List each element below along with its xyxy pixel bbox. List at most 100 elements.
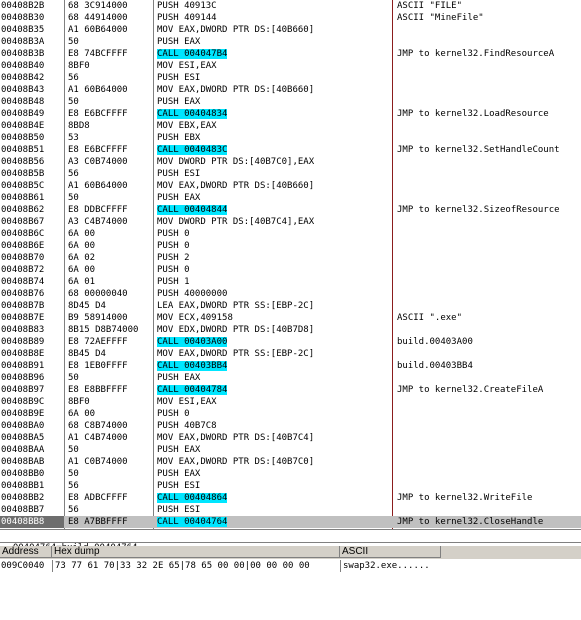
instruction-wrap: PUSH 0 xyxy=(157,408,390,420)
instruction-wrap: CALL 00404784 xyxy=(157,384,390,396)
instruction-comment: JMP to kernel32.CloseHandle xyxy=(397,517,544,527)
instruction-bytes: 56 xyxy=(68,169,79,179)
disassembly-rows: 00408B2B 68 3C914000 PUSH 40913C ASCII "FIL… xyxy=(0,0,581,528)
disasm-row[interactable]: 00408BB2 E8 ADBCFFFF CALL 00404864 JMP to k… xyxy=(0,492,581,504)
instruction-bytes: A3 C0B74000 xyxy=(68,157,128,167)
disasm-row[interactable]: 00408BA0 68 C8B74000 PUSH 40B7C8 xyxy=(0,420,581,432)
disasm-row[interactable]: 00408B83 8B15 D8B74000 MOV EDX,DWORD PTR D… xyxy=(0,324,581,336)
instruction-address: 00408B70 xyxy=(1,253,45,263)
disasm-row[interactable]: 00408B35 A1 60B64000 MOV EAX,DWORD PTR DS:… xyxy=(0,24,581,36)
instruction-comment xyxy=(397,168,581,180)
dump-hex-bytes: 73 77 61 70|33 32 2E 65|78 65 00 00|00 0… xyxy=(55,561,310,571)
instruction-address: 00408B97 xyxy=(1,385,45,395)
instruction-comment xyxy=(397,240,581,252)
hex-dump-pane[interactable]: Address Hex dump ASCII 009C0040 73 77 61… xyxy=(0,546,581,575)
instruction-text: MOV EAX,DWORD PTR DS:[40B7C0] xyxy=(157,457,315,467)
disasm-row[interactable]: 00408B4E 8BD8 MOV EBX,EAX xyxy=(0,120,581,132)
disasm-row[interactable]: 00408B42 56 PUSH ESI xyxy=(0,72,581,84)
instruction-comment xyxy=(397,468,581,480)
instruction-wrap: PUSH 409144 xyxy=(157,12,390,24)
disasm-row[interactable]: 00408BB0 50 PUSH EAX xyxy=(0,468,581,480)
instruction-comment xyxy=(397,288,581,300)
instruction-wrap: MOV ECX,409158 xyxy=(157,312,390,324)
disasm-row[interactable]: 00408B9E 6A 00 PUSH 0 xyxy=(0,408,581,420)
disasm-row[interactable]: 00408B62 E8 DDBCFFFF CALL 00404844 JMP to k… xyxy=(0,204,581,216)
disasm-row[interactable]: 00408B50 53 PUSH EBX xyxy=(0,132,581,144)
instruction-address: 00408B2B xyxy=(1,1,45,11)
disasm-row[interactable]: 00408B76 68 00000040 PUSH 40000000 xyxy=(0,288,581,300)
instruction-bytes: 8B45 D4 xyxy=(68,349,106,359)
disassembly-pane[interactable]: 00408B2B 68 3C914000 PUSH 40913C ASCII "FIL… xyxy=(0,0,581,529)
instruction-text: PUSH 0 xyxy=(157,409,190,419)
disasm-row[interactable]: 00408B72 6A 00 PUSH 0 xyxy=(0,264,581,276)
dump-row[interactable]: 009C0040 73 77 61 70|33 32 2E 65|78 65 0… xyxy=(0,560,581,572)
disasm-row[interactable]: 00408BA5 A1 C4B74000 MOV EAX,DWORD PTR DS:… xyxy=(0,432,581,444)
instruction-address: 00408B3B xyxy=(1,49,45,59)
instruction-address: 00408B3A xyxy=(1,37,45,47)
instruction-address: 00408B6C xyxy=(1,229,45,239)
instruction-address: 00408B5B xyxy=(1,169,45,179)
address-column-header[interactable]: Address xyxy=(0,546,52,558)
instruction-comment: build.00403A00 xyxy=(397,337,473,347)
instruction-bytes: 6A 00 xyxy=(68,241,96,251)
disasm-row[interactable]: 00408B2B 68 3C914000 PUSH 40913C ASCII "FIL… xyxy=(0,0,581,12)
disasm-row[interactable]: 00408B7B 8D45 D4 LEA EAX,DWORD PTR SS:[EBP… xyxy=(0,300,581,312)
instruction-bytes: E8 E6BCFFFF xyxy=(68,145,128,155)
disasm-row[interactable]: 00408B51 E8 E6BCFFFF CALL 0040483C JMP to k… xyxy=(0,144,581,156)
instruction-wrap: PUSH 0 xyxy=(157,264,390,276)
ascii-column-header[interactable]: ASCII xyxy=(340,546,441,558)
instruction-comment xyxy=(397,444,581,456)
disasm-row[interactable]: 00408B5C A1 60B64000 MOV EAX,DWORD PTR DS:… xyxy=(0,180,581,192)
instruction-wrap: PUSH ESI xyxy=(157,504,390,516)
disasm-row[interactable]: 00408B8E 8B45 D4 MOV EAX,DWORD PTR SS:[EBP… xyxy=(0,348,581,360)
instruction-address: 00408BB0 xyxy=(1,469,45,479)
instruction-wrap: MOV DWORD PTR DS:[40B7C0],EAX xyxy=(157,156,390,168)
disasm-row[interactable]: 00408BAB A1 C0B74000 MOV EAX,DWORD PTR DS:… xyxy=(0,456,581,468)
instruction-text: MOV DWORD PTR DS:[40B7C0],EAX xyxy=(157,157,315,167)
instruction-address: 00408B91 xyxy=(1,361,45,371)
instruction-wrap: PUSH 1 xyxy=(157,276,390,288)
disasm-row[interactable]: 00408B30 68 44914000 PUSH 409144 ASCII "Min… xyxy=(0,12,581,24)
instruction-bytes: 50 xyxy=(68,373,79,383)
disasm-row[interactable]: 00408B91 E8 1EB0FFFF CALL 00403BB4 build.00… xyxy=(0,360,581,372)
instruction-bytes: 8BF0 xyxy=(68,397,90,407)
hex-column-header[interactable]: Hex dump xyxy=(52,546,340,558)
disasm-row[interactable]: 00408BB1 56 PUSH ESI xyxy=(0,480,581,492)
disasm-row[interactable]: 00408B7E B9 58914000 MOV ECX,409158 ASCII "… xyxy=(0,312,581,324)
disasm-row[interactable]: 00408B6C 6A 00 PUSH 0 xyxy=(0,228,581,240)
disasm-row[interactable]: 00408B74 6A 01 PUSH 1 xyxy=(0,276,581,288)
disasm-row[interactable]: 00408BAA 50 PUSH EAX xyxy=(0,444,581,456)
disasm-row[interactable]: 00408B48 50 PUSH EAX xyxy=(0,96,581,108)
instruction-wrap: PUSH 40B7C8 xyxy=(157,420,390,432)
disasm-row[interactable]: 00408B70 6A 02 PUSH 2 xyxy=(0,252,581,264)
instruction-text: PUSH EAX xyxy=(157,37,201,47)
disasm-row[interactable]: 00408B5B 56 PUSH ESI xyxy=(0,168,581,180)
instruction-bytes: E8 A7BBFFFF xyxy=(68,517,128,527)
disasm-row[interactable]: 00408B43 A1 60B64000 MOV EAX,DWORD PTR DS:… xyxy=(0,84,581,96)
disasm-row[interactable]: 00408B56 A3 C0B74000 MOV DWORD PTR DS:[40B… xyxy=(0,156,581,168)
disasm-row[interactable]: 00408B97 E8 E8BBFFFF CALL 00404784 JMP to k… xyxy=(0,384,581,396)
instruction-text: MOV EDX,DWORD PTR DS:[40B7D8] xyxy=(157,325,315,335)
disasm-row[interactable]: 00408B49 E8 E6BCFFFF CALL 00404834 JMP to k… xyxy=(0,108,581,120)
instruction-bytes: A1 C4B74000 xyxy=(68,433,128,443)
instruction-bytes: 8BF0 xyxy=(68,61,90,71)
disasm-row[interactable]: 00408B96 50 PUSH EAX xyxy=(0,372,581,384)
instruction-bytes: A1 C0B74000 xyxy=(68,457,128,467)
instruction-comment xyxy=(397,36,581,48)
disasm-row[interactable]: 00408B40 8BF0 MOV ESI,EAX xyxy=(0,60,581,72)
disasm-row[interactable]: 00408B61 50 PUSH EAX xyxy=(0,192,581,204)
disasm-row[interactable]: 00408B3B E8 74BCFFFF CALL 004047B4 JMP to k… xyxy=(0,48,581,60)
instruction-wrap: MOV ESI,EAX xyxy=(157,60,390,72)
disasm-row[interactable]: 00408B3A 50 PUSH EAX xyxy=(0,36,581,48)
instruction-address: 00408B42 xyxy=(1,73,45,83)
disasm-row[interactable]: 00408B67 A3 C4B74000 MOV DWORD PTR DS:[40B… xyxy=(0,216,581,228)
disasm-row[interactable]: 00408B6E 6A 00 PUSH 0 xyxy=(0,240,581,252)
instruction-bytes: A1 60B64000 xyxy=(68,25,128,35)
disasm-row[interactable]: 00408BB7 56 PUSH ESI xyxy=(0,504,581,516)
instruction-address: 00408B43 xyxy=(1,85,45,95)
instruction-text: PUSH EAX xyxy=(157,97,201,107)
disasm-row[interactable]: 00408B9C 8BF0 MOV ESI,EAX xyxy=(0,396,581,408)
disasm-row[interactable]: 00408BB8 E8 A7BBFFFF CALL 00404764 JMP to k… xyxy=(0,516,581,528)
instruction-wrap: PUSH 40913C xyxy=(157,0,390,12)
disasm-row[interactable]: 00408B89 E8 72AEFFFF CALL 00403A00 build.00… xyxy=(0,336,581,348)
